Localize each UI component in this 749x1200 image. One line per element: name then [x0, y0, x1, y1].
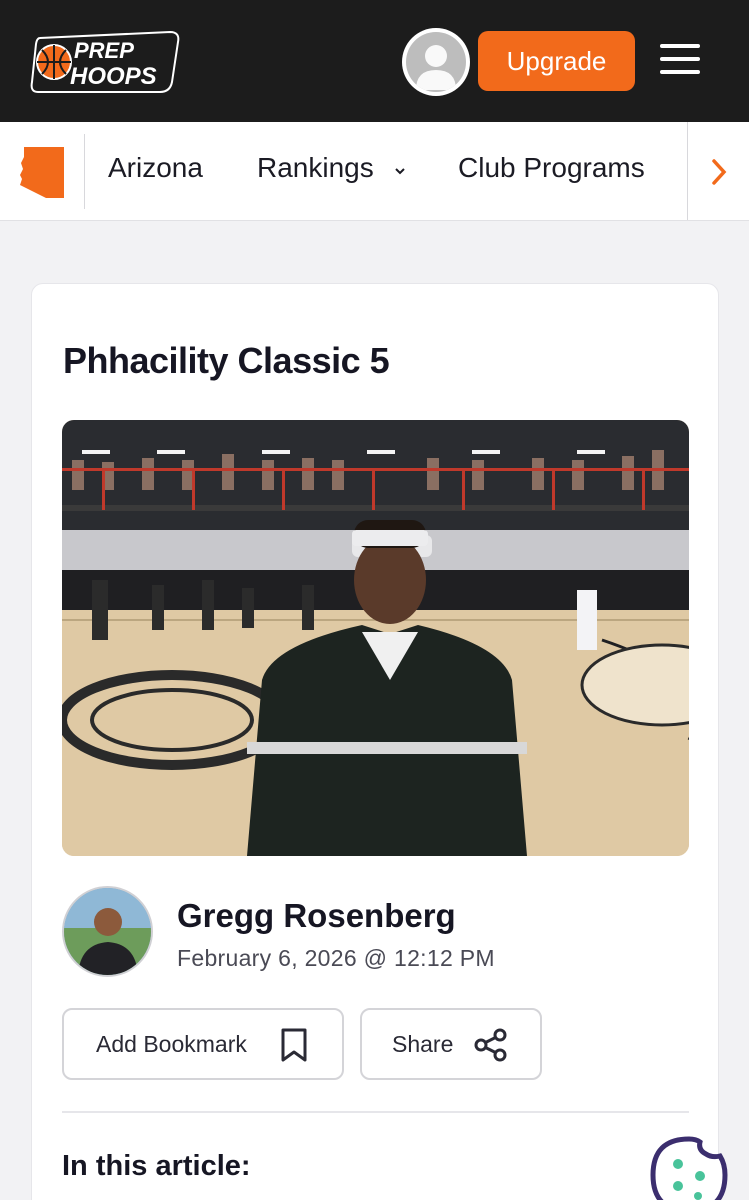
nav-item-arizona[interactable]: Arizona: [108, 152, 203, 184]
hamburger-menu-icon[interactable]: [660, 44, 700, 78]
sub-navigation: Arizona Rankings Club Programs: [0, 122, 749, 221]
logo-text-hoops: HOOPS: [70, 63, 157, 90]
publish-date: February 6, 2026 @ 12:12 PM: [177, 945, 495, 971]
prep-hoops-logo[interactable]: PREP HOOPS: [30, 30, 180, 94]
top-header: PREP HOOPS Upgrade: [0, 0, 749, 122]
add-bookmark-button[interactable]: Add Bookmark: [62, 1008, 344, 1080]
share-button[interactable]: Share: [360, 1008, 542, 1080]
upgrade-button[interactable]: Upgrade: [478, 31, 635, 91]
chevron-right-icon: [710, 158, 728, 186]
article-hero-image[interactable]: [62, 420, 689, 856]
article-title: Phhacility Classic 5: [63, 340, 390, 381]
arizona-state-icon[interactable]: [18, 145, 66, 199]
bookmark-icon: [280, 1028, 308, 1062]
subnav-next-button[interactable]: [687, 122, 749, 220]
user-avatar-icon: [406, 32, 466, 92]
share-label: Share: [392, 1030, 454, 1057]
nav-item-club-programs[interactable]: Club Programs: [458, 152, 645, 184]
add-bookmark-label: Add Bookmark: [96, 1030, 247, 1057]
section-divider: [62, 1111, 689, 1113]
cookie-icon[interactable]: [650, 1136, 728, 1200]
share-icon: [474, 1028, 508, 1062]
chevron-down-icon[interactable]: [393, 164, 407, 178]
article-card: Phhacility Classic 5 Gregg Rosenberg Feb…: [31, 283, 719, 1200]
user-avatar-button[interactable]: [402, 28, 470, 96]
logo-text-prep: PREP: [74, 38, 134, 63]
subnav-divider: [84, 134, 85, 209]
author-name[interactable]: Gregg Rosenberg: [177, 897, 456, 935]
toc-heading: In this article:: [62, 1150, 251, 1182]
author-avatar[interactable]: [62, 886, 153, 977]
nav-item-rankings[interactable]: Rankings: [257, 152, 374, 184]
